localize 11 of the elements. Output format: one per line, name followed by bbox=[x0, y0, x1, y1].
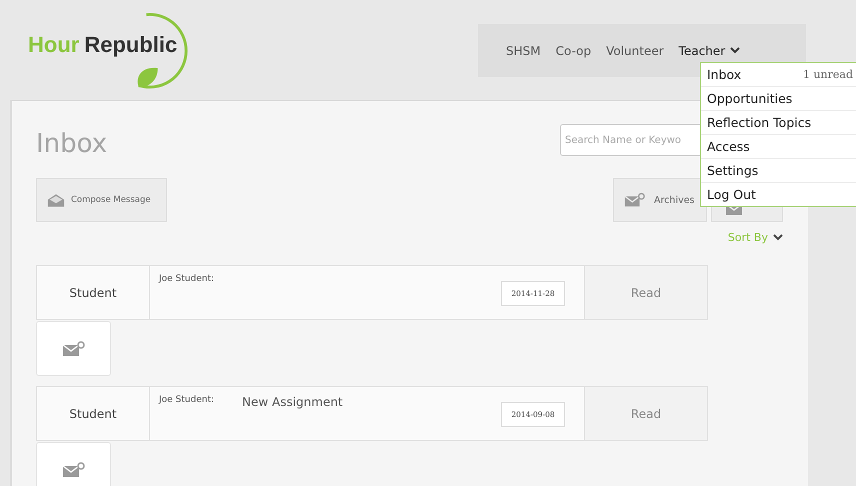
message-subject: New Assignment bbox=[242, 395, 343, 409]
page-title: Inbox bbox=[36, 129, 108, 159]
logo-word: Hour bbox=[28, 32, 80, 57]
sender-type: Student bbox=[37, 266, 150, 319]
logo-word: Republic bbox=[84, 32, 178, 57]
read-status: Read bbox=[584, 266, 707, 319]
sender-name: Joe Student: bbox=[159, 274, 214, 284]
sender-name: Joe Student: bbox=[159, 395, 214, 405]
read-status: Read bbox=[584, 387, 707, 440]
sender-type: Student bbox=[37, 387, 150, 440]
unread-count: 1 unread bbox=[802, 67, 853, 83]
